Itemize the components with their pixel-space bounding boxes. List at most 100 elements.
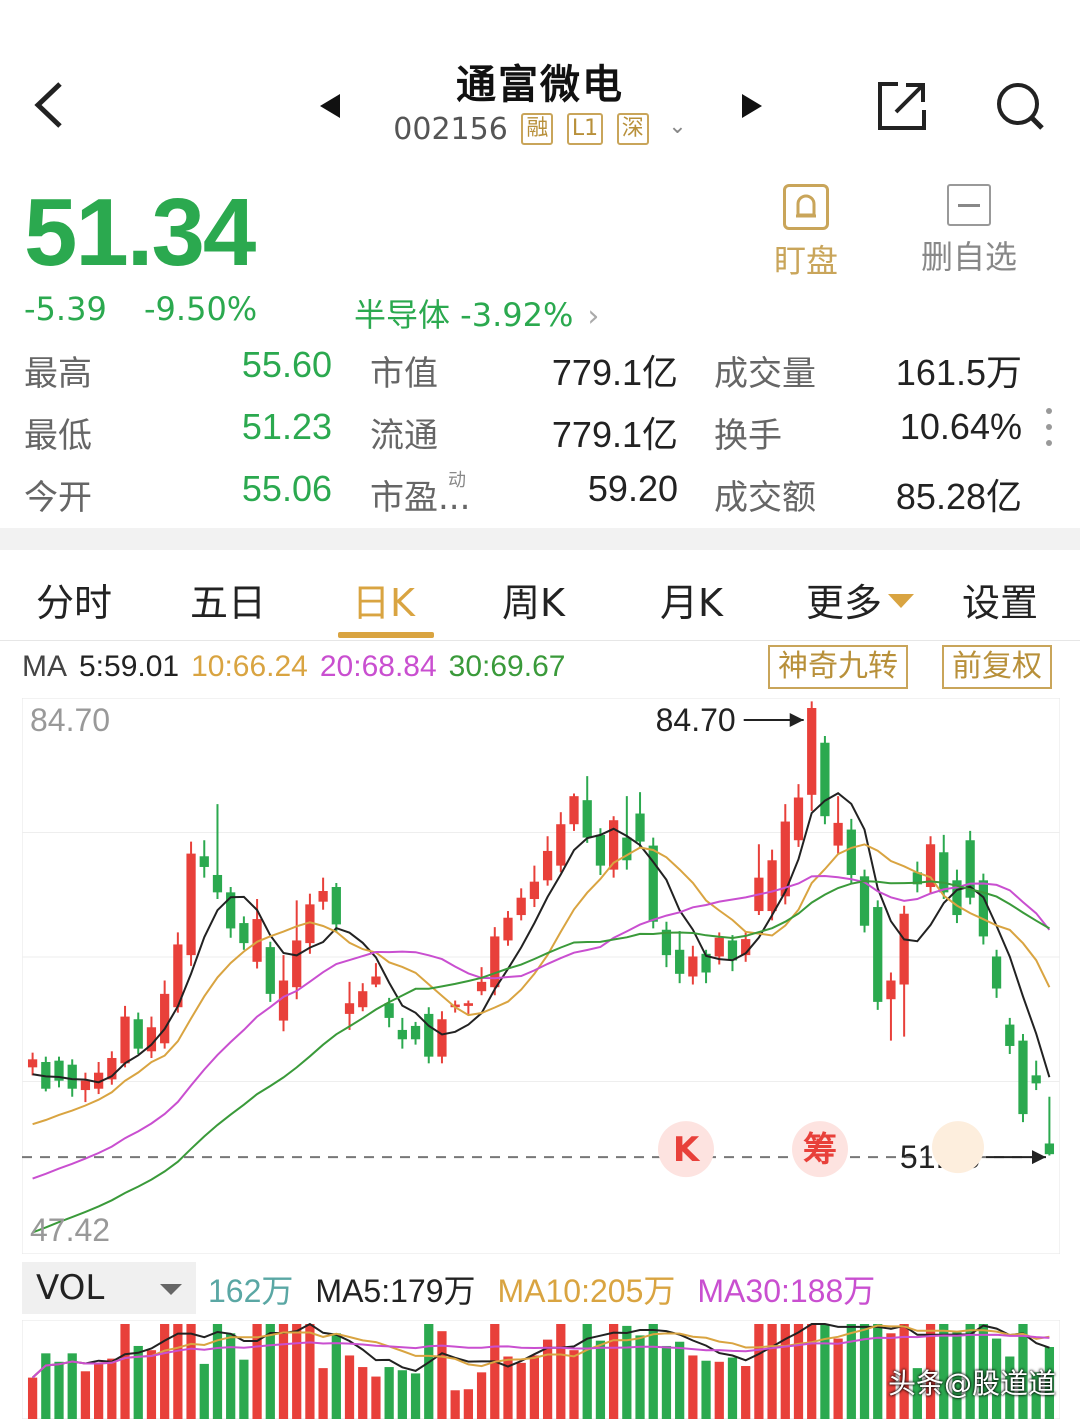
candle-body xyxy=(318,891,328,902)
candle-body xyxy=(556,824,566,866)
candle-body xyxy=(635,813,645,842)
remove-watchlist-button[interactable]: 删自选 xyxy=(916,184,1022,278)
candle-body xyxy=(793,797,804,841)
level1-tag: L1 xyxy=(566,113,604,145)
volume-bar xyxy=(688,1355,698,1419)
tab-monthly-k[interactable]: 月K xyxy=(660,572,723,627)
more-dots-icon[interactable] xyxy=(1046,408,1056,456)
magic-nine-button[interactable]: 神奇九转 xyxy=(768,645,908,689)
candle-body xyxy=(80,1080,91,1091)
next-stock-button[interactable] xyxy=(740,92,764,120)
candle-body xyxy=(120,1016,130,1064)
tab-daily-k[interactable]: 日K xyxy=(352,572,415,627)
chevron-right-icon: › xyxy=(587,299,600,334)
candle-body xyxy=(1044,1143,1055,1155)
volume-value: 161.5万 xyxy=(895,352,1022,393)
volume-bar xyxy=(741,1366,751,1419)
vol-ma10: MA10:205万 xyxy=(497,1273,676,1309)
volume-bar xyxy=(80,1371,91,1419)
volume-bar xyxy=(463,1389,473,1419)
price-adjust-button[interactable]: 前复权 xyxy=(942,645,1052,689)
candle-body xyxy=(371,976,381,985)
indicator-select[interactable]: VOL xyxy=(22,1262,196,1314)
low-value: 51.23 xyxy=(241,406,332,447)
minus-icon xyxy=(947,184,991,226)
sector-link[interactable]: 半导体 -3.92% › xyxy=(354,290,599,336)
volume-bar xyxy=(107,1358,117,1419)
candle-body xyxy=(675,949,685,974)
candle-body xyxy=(542,850,553,881)
volume-bar xyxy=(371,1376,381,1419)
chip-marker: 筹 xyxy=(803,1130,837,1170)
volume-bar xyxy=(476,1372,487,1419)
turnover-value: 10.64% xyxy=(899,406,1022,447)
volume-bar xyxy=(556,1324,566,1419)
volume-bar xyxy=(146,1350,157,1419)
k-marker: K xyxy=(673,1130,701,1170)
turnover-label: 换手 xyxy=(714,416,782,456)
caret-down-icon xyxy=(888,594,915,608)
open-value: 55.06 xyxy=(241,468,332,509)
candle-body xyxy=(1018,1040,1028,1115)
triangle-right-icon xyxy=(742,94,762,118)
vol-ma5: MA5:179万 xyxy=(315,1273,476,1309)
volume-bar xyxy=(27,1377,38,1419)
volume-bar xyxy=(54,1361,64,1419)
candle-body xyxy=(886,980,896,1000)
volume-bar xyxy=(767,1324,777,1419)
candle-body xyxy=(595,834,606,866)
volume-bar xyxy=(529,1355,540,1419)
search-button[interactable] xyxy=(994,80,1046,132)
candle-body xyxy=(27,1059,38,1068)
tab-more-label: 更多 xyxy=(806,581,883,625)
volume-bar xyxy=(397,1370,407,1419)
y-min-label: 47.42 xyxy=(30,1212,111,1248)
ma20-value: 20:68.84 xyxy=(319,650,437,683)
candle-body xyxy=(688,956,698,977)
ma10-value: 10:66.24 xyxy=(191,650,308,683)
volume-bar xyxy=(701,1360,711,1419)
pe-value: 59.20 xyxy=(587,468,678,509)
candle-body xyxy=(186,853,196,956)
volume-bar xyxy=(120,1324,130,1419)
tab-five-day[interactable]: 五日 xyxy=(190,572,266,627)
open-label: 今开 xyxy=(24,478,92,518)
candle-body xyxy=(582,800,592,838)
y-max-label: 84.70 xyxy=(30,702,111,738)
watch-button[interactable]: 盯盘 xyxy=(766,184,846,282)
indicator-select-value: VOL xyxy=(36,1268,105,1308)
volume-bar xyxy=(609,1324,619,1419)
mcap-value: 779.1亿 xyxy=(551,352,678,393)
candle-body xyxy=(991,956,1002,989)
candle-body xyxy=(239,923,249,944)
chevron-down-icon: ⌄ xyxy=(668,114,687,139)
external-link-icon xyxy=(878,82,926,130)
kline-chart[interactable]: 84.7051.23K筹 xyxy=(22,698,1060,1254)
tab-weekly-k[interactable]: 周K xyxy=(502,572,565,627)
tab-more[interactable]: 更多 xyxy=(806,572,915,627)
candle-body xyxy=(331,887,341,925)
volume-bar xyxy=(437,1331,447,1419)
float-label: 流通 xyxy=(370,416,438,456)
volume-bar xyxy=(793,1324,804,1419)
candle-body xyxy=(978,880,988,937)
volume-bar xyxy=(807,1324,817,1419)
candle-body xyxy=(516,897,526,916)
share-button[interactable] xyxy=(876,80,928,132)
tab-settings[interactable]: 设置 xyxy=(962,572,1038,627)
volume-bar xyxy=(727,1357,738,1419)
volume-bar xyxy=(635,1335,645,1419)
amount-value: 85.28亿 xyxy=(895,476,1022,517)
volume-bar xyxy=(173,1324,183,1419)
volume-bar xyxy=(199,1363,209,1419)
volume-bar xyxy=(450,1390,460,1419)
volume-bar xyxy=(384,1367,394,1419)
high-marker-label: 84.70 xyxy=(656,702,736,738)
bell-icon xyxy=(783,184,829,230)
candle-body xyxy=(529,881,540,900)
volume-bar xyxy=(186,1324,196,1419)
volume-bar xyxy=(292,1324,302,1419)
tab-intraday[interactable]: 分时 xyxy=(36,572,112,627)
candle-body xyxy=(437,1019,447,1057)
remove-label: 删自选 xyxy=(920,238,1017,276)
